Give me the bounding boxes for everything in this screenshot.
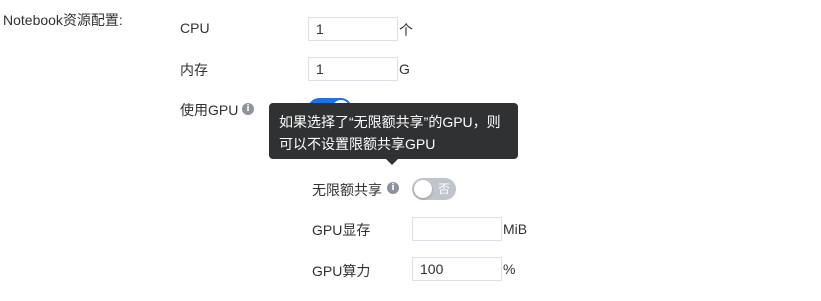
cpu-unit: 个 [399,22,413,38]
cpu-label: CPU [180,20,210,36]
unlimited-share-switch-text: 否 [437,182,450,196]
gpu-compute-label: GPU算力 [312,263,371,279]
gpu-memory-unit: MiB [503,221,528,237]
gpu-compute-input[interactable] [412,257,502,281]
cpu-input[interactable] [308,17,398,41]
memory-input[interactable] [308,57,398,81]
memory-label: 内存 [180,62,208,78]
memory-unit: G [399,61,410,77]
switch-knob [414,180,432,198]
tooltip-text: 如果选择了“无限额共享”的GPU，则可以不设置限额共享GPU [279,114,501,152]
unlimited-share-label: 无限额共享 [312,182,382,198]
gpu-memory-input[interactable] [412,217,502,241]
use-gpu-label: 使用GPU [180,102,239,118]
gpu-compute-unit: % [503,261,516,277]
unlimited-share-switch[interactable]: 否 [412,178,456,200]
info-icon[interactable]: i [242,103,254,115]
gpu-memory-label: GPU显存 [312,222,371,238]
info-icon[interactable]: i [387,182,399,194]
section-label: Notebook资源配置: [3,12,123,28]
gpu-tooltip: 如果选择了“无限额共享”的GPU，则可以不设置限额共享GPU [269,103,518,159]
tooltip-arrow [386,159,398,165]
